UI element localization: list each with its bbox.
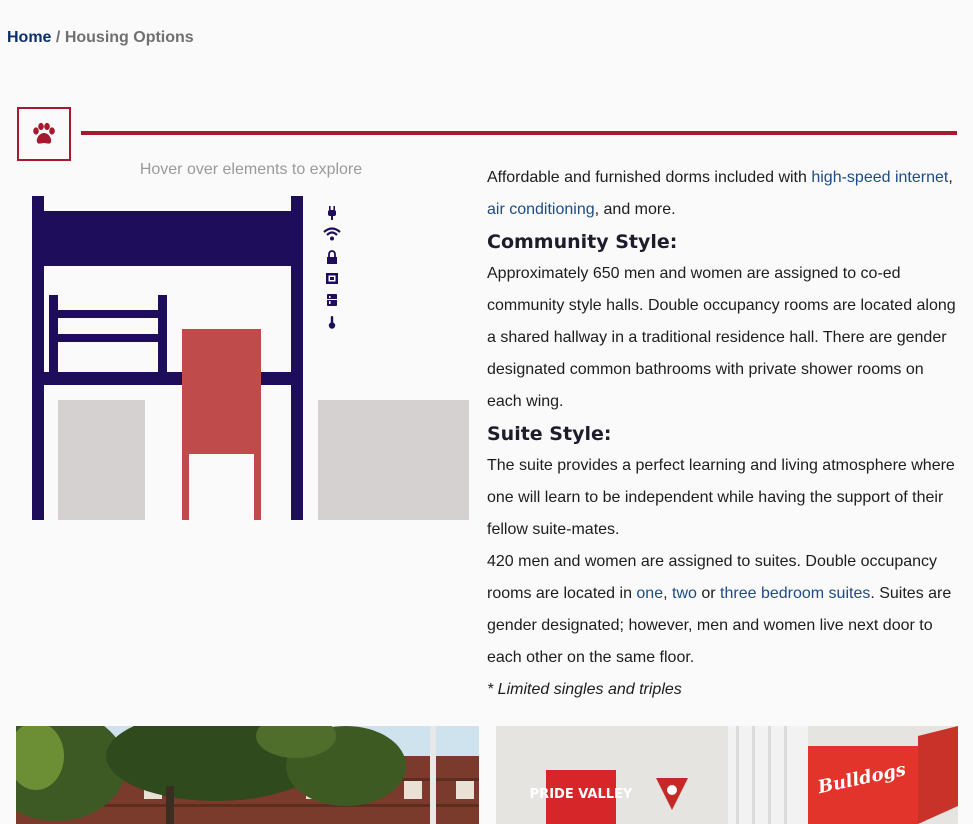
suite-style-heading: Suite Style: [487, 423, 612, 445]
microwave-icon[interactable] [326, 273, 338, 284]
dorm-room-illustration [32, 196, 469, 520]
plug-icon[interactable] [328, 206, 336, 220]
air-conditioning-link[interactable]: air conditioning [487, 201, 595, 218]
one-bedroom-link[interactable]: one [636, 585, 663, 602]
suite-assignment-text: 420 men and women are assigned to suites… [487, 553, 952, 666]
wifi-icon[interactable] [323, 227, 341, 241]
community-style-text: Approximately 650 men and women are assi… [487, 265, 956, 410]
community-style-heading: Community Style: [487, 231, 678, 253]
section-badge [17, 107, 71, 161]
desk-chair[interactable] [182, 329, 261, 520]
section-divider [81, 131, 957, 135]
desk-right[interactable] [318, 400, 469, 520]
intro-paragraph: Affordable and furnished dorms included … [487, 169, 953, 218]
paw-icon [33, 122, 55, 144]
high-speed-internet-link[interactable]: high-speed internet [811, 169, 948, 186]
limited-rooms-note: * Limited singles and triples [487, 681, 682, 698]
breadcrumb-home-link[interactable]: Home [7, 29, 51, 46]
lock-icon[interactable] [327, 250, 337, 264]
dresser-left[interactable] [58, 400, 145, 520]
residence-hall-photo [16, 726, 479, 824]
breadcrumb-current: Housing Options [64, 29, 194, 46]
dorm-room-photo: PRIDE VALLEY Bulldogs [496, 726, 958, 824]
hover-hint: Hover over elements to explore [139, 161, 363, 178]
suite-style-text: The suite provides a perfect learning an… [487, 457, 955, 538]
fridge-icon[interactable] [327, 294, 337, 306]
breadcrumb-separator: / [55, 29, 61, 46]
pride-valley-banner-text: PRIDE VALLEY [530, 787, 633, 802]
thermometer-icon[interactable] [328, 316, 336, 329]
three-bedroom-suites-link[interactable]: three bedroom suites [720, 585, 870, 602]
housing-description: Affordable and furnished dorms included … [487, 162, 959, 706]
two-bedroom-link[interactable]: two [672, 585, 697, 602]
breadcrumb: Home / Housing Options [7, 29, 194, 47]
